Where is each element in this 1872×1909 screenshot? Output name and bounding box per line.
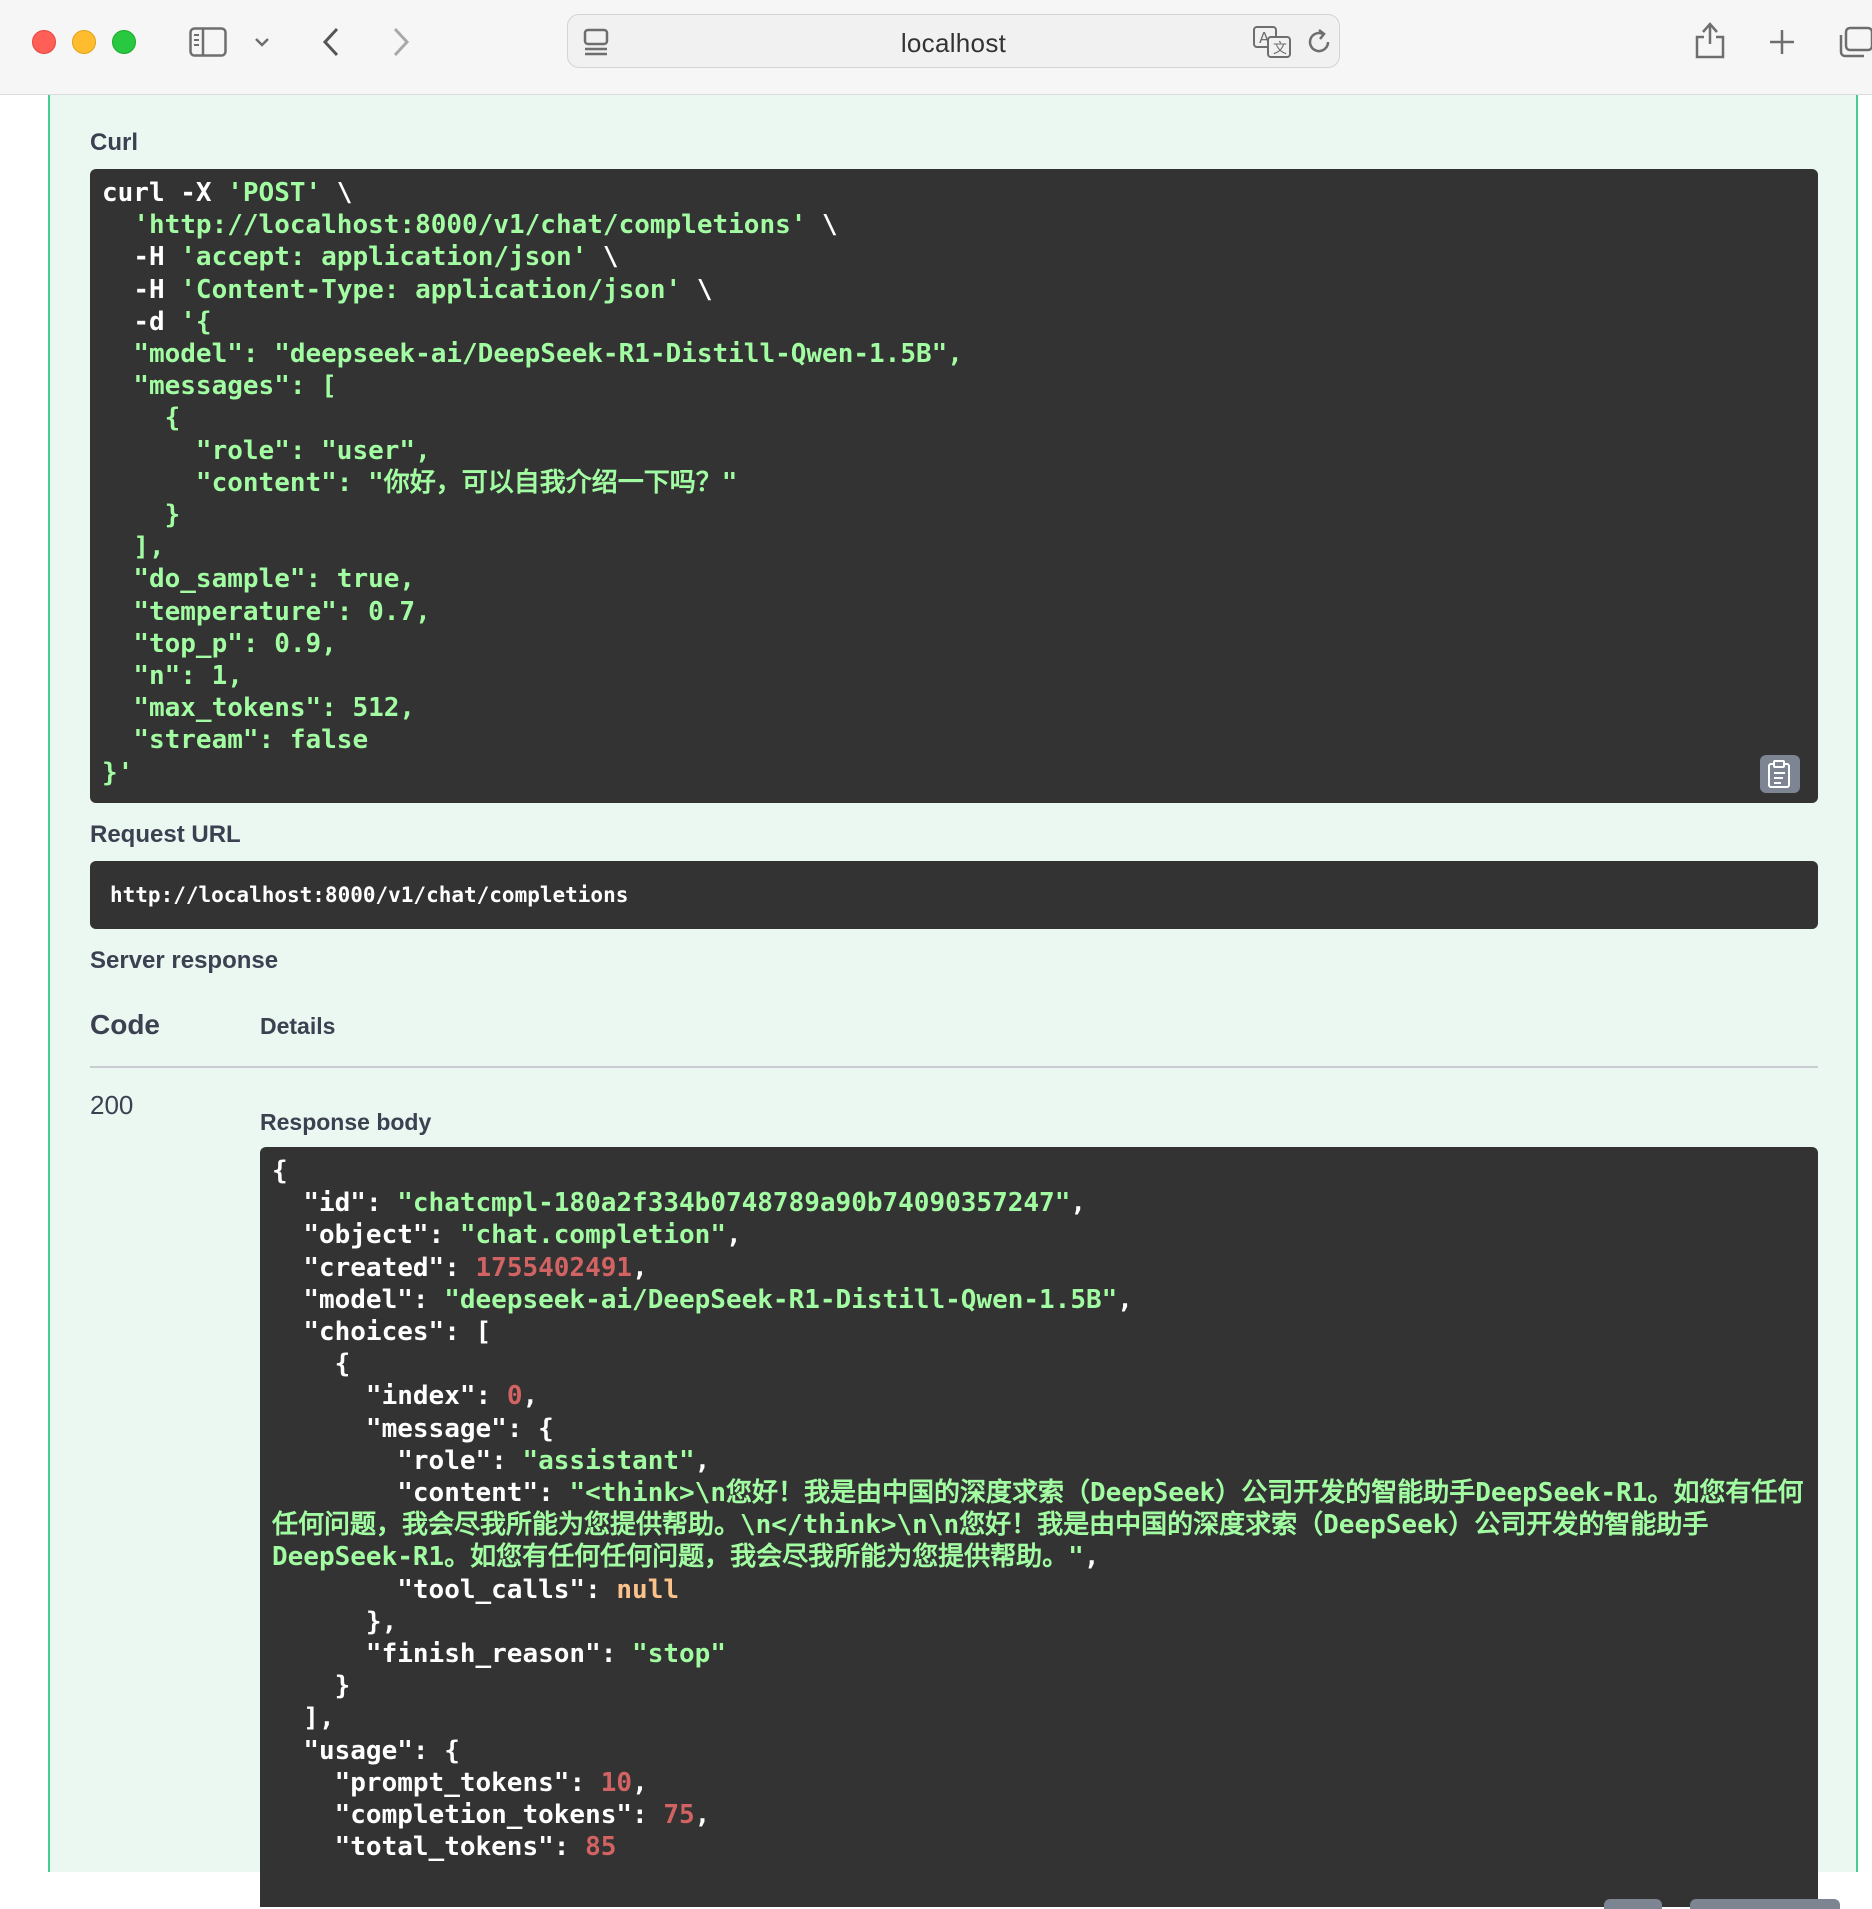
back-icon[interactable] xyxy=(316,20,346,64)
server-response-label: Server response xyxy=(90,947,279,974)
reload-icon[interactable] xyxy=(1304,27,1334,62)
new-tab-icon[interactable] xyxy=(1764,20,1800,64)
download-response-button[interactable] xyxy=(1690,1899,1840,1909)
curl-command: curl -X 'POST' \ 'http://localhost:8000/… xyxy=(102,178,963,788)
response-body-label: Response body xyxy=(260,1109,432,1135)
table-divider xyxy=(90,1066,1818,1068)
request-url-label: Request URL xyxy=(90,821,241,848)
chevron-down-icon[interactable] xyxy=(252,20,272,64)
clipboard-icon xyxy=(1768,760,1790,788)
close-window-button[interactable] xyxy=(32,30,56,54)
curl-code-block: curl -X 'POST' \ 'http://localhost:8000/… xyxy=(90,169,1818,803)
details-column-header: Details xyxy=(260,1013,336,1039)
svg-text:文: 文 xyxy=(1273,41,1287,57)
address-bar[interactable]: localhost A文 xyxy=(567,14,1340,68)
zoom-window-button[interactable] xyxy=(112,30,136,54)
translate-icon[interactable]: A文 xyxy=(1252,25,1294,64)
share-icon[interactable] xyxy=(1692,18,1728,62)
minimize-window-button[interactable] xyxy=(72,30,96,54)
request-url-block: http://localhost:8000/v1/chat/completion… xyxy=(90,861,1818,929)
sidebar-toggle-icon[interactable] xyxy=(186,20,230,64)
copy-to-clipboard-button[interactable] xyxy=(1760,755,1800,793)
curl-label: Curl xyxy=(90,129,138,156)
request-url-value: http://localhost:8000/v1/chat/completion… xyxy=(110,883,629,907)
tab-overview-icon[interactable] xyxy=(1838,20,1872,64)
response-body-block: { "id": "chatcmpl-180a2f334b0748789a90b7… xyxy=(260,1147,1840,1909)
copy-response-button[interactable] xyxy=(1604,1899,1662,1909)
response-status-code: 200 xyxy=(90,1090,134,1120)
operation-panel: Curl curl -X 'POST' \ 'http://localhost:… xyxy=(48,95,1858,1909)
url-text[interactable]: localhost xyxy=(568,28,1339,59)
code-column-header: Code xyxy=(90,1009,160,1040)
forward-icon[interactable] xyxy=(386,20,416,64)
browser-toolbar: localhost A文 xyxy=(0,0,1872,95)
response-body-json: { "id": "chatcmpl-180a2f334b0748789a90b7… xyxy=(272,1156,1804,1863)
